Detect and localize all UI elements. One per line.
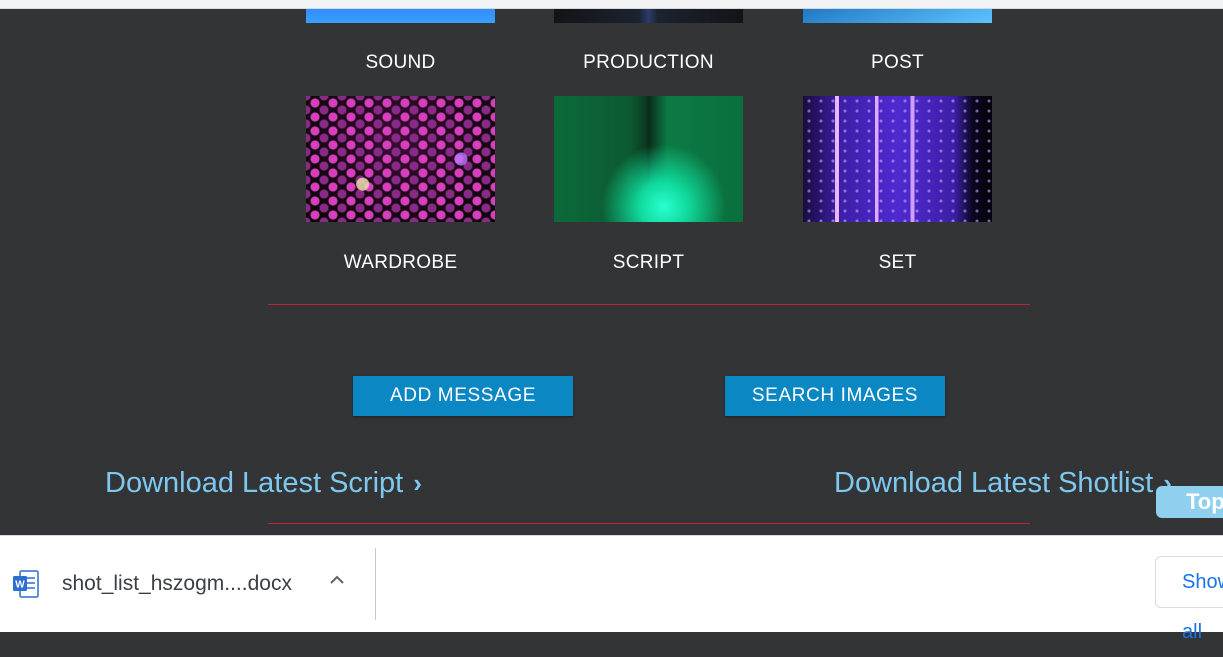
download-script-link[interactable]: Download Latest Script › <box>105 467 422 500</box>
download-script-text: Download Latest Script <box>105 467 404 499</box>
chevron-up-icon[interactable] <box>327 570 347 590</box>
chevron-right-icon: › <box>413 468 422 498</box>
back-to-top-button[interactable]: Top <box>1156 486 1223 518</box>
download-shotlist-link[interactable]: Download Latest Shotlist › <box>834 467 1172 500</box>
download-bar-separator <box>375 548 376 620</box>
download-shotlist-text: Download Latest Shotlist <box>834 467 1154 499</box>
script-image[interactable] <box>554 96 743 222</box>
sound-label[interactable]: SOUND <box>306 52 495 74</box>
wardrobe-label[interactable]: WARDROBE <box>306 252 495 274</box>
sound-image[interactable] <box>306 9 495 23</box>
svg-text:W: W <box>15 580 25 591</box>
show-all-button[interactable]: Show all <box>1155 556 1223 643</box>
word-doc-icon: W <box>13 570 39 598</box>
download-file-name[interactable]: shot_list_hszogm....docx <box>62 572 292 596</box>
bottom-divider <box>268 523 1030 524</box>
download-bar: W shot_list_hszogm....docx Show all <box>0 535 1223 643</box>
set-label[interactable]: SET <box>803 252 992 274</box>
search-images-button[interactable]: SEARCH IMAGES <box>725 376 945 416</box>
section-divider <box>268 304 1030 305</box>
post-label[interactable]: POST <box>803 52 992 74</box>
page-content: SOUND PRODUCTION POST WARDROBE SCRIPT SE… <box>0 9 1223 535</box>
add-message-button[interactable]: ADD MESSAGE <box>353 376 573 416</box>
wardrobe-image[interactable] <box>306 96 495 222</box>
script-label[interactable]: SCRIPT <box>554 252 743 274</box>
browser-top-strip <box>0 0 1223 9</box>
production-image[interactable] <box>554 9 743 23</box>
post-image[interactable] <box>803 9 992 23</box>
set-image[interactable] <box>803 96 992 222</box>
production-label[interactable]: PRODUCTION <box>554 52 743 74</box>
